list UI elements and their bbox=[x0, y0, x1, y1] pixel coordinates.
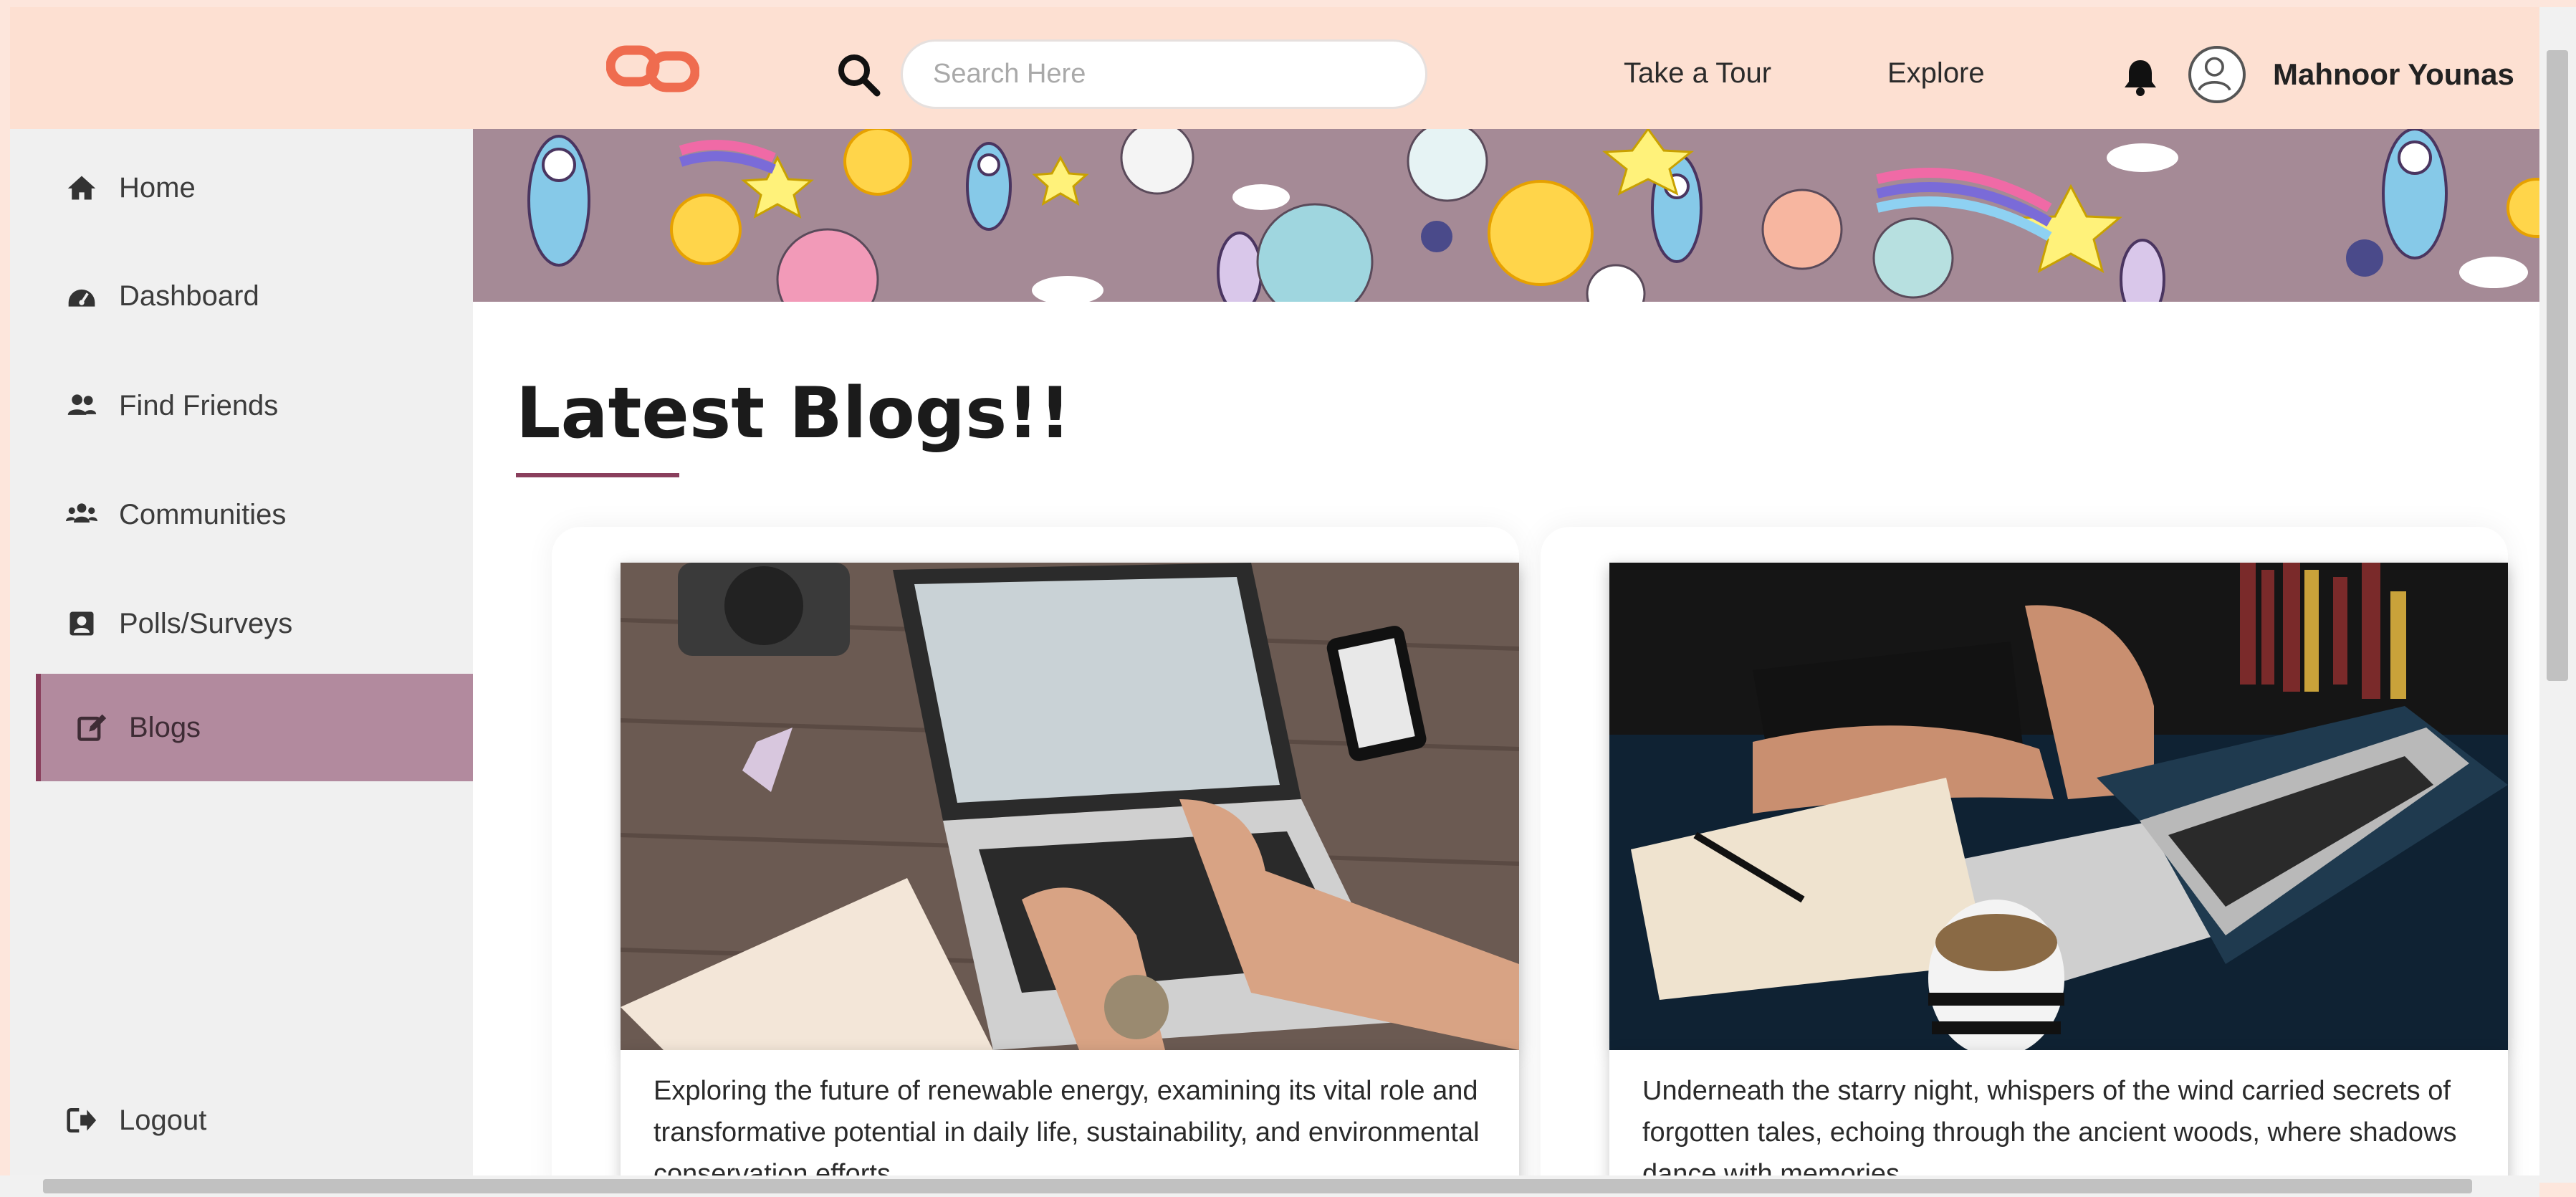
edit-icon bbox=[75, 710, 109, 745]
poll-icon bbox=[64, 606, 99, 641]
sidebar-item-label: Blogs bbox=[129, 711, 201, 743]
horizontal-scrollbar-thumb[interactable] bbox=[43, 1179, 2472, 1193]
explore-link[interactable]: Explore bbox=[1887, 57, 1985, 90]
main-content: Latest Blogs!! Exploring the future of r… bbox=[473, 129, 2539, 1175]
blog-image[interactable] bbox=[1609, 563, 2508, 1050]
link-logo-icon[interactable] bbox=[606, 40, 699, 97]
take-a-tour-link[interactable]: Take a Tour bbox=[1624, 57, 1771, 90]
top-header: Take a Tour Explore Mahnoor Younas bbox=[10, 7, 2539, 129]
sidebar: Home Dashboard Find Friends Communities … bbox=[10, 129, 473, 1175]
sidebar-item-dashboard[interactable]: Dashboard bbox=[36, 242, 473, 350]
search-input[interactable] bbox=[901, 39, 1427, 109]
sidebar-item-polls-surveys[interactable]: Polls/Surveys bbox=[36, 570, 473, 677]
sidebar-item-label: Communities bbox=[119, 498, 287, 530]
user-name[interactable]: Mahnoor Younas bbox=[2273, 57, 2514, 92]
vertical-scrollbar[interactable] bbox=[2539, 7, 2576, 1183]
horizontal-scrollbar[interactable] bbox=[0, 1175, 2539, 1197]
home-icon bbox=[64, 171, 99, 205]
title-underline bbox=[516, 473, 679, 477]
communities-icon bbox=[64, 497, 99, 532]
bell-icon[interactable] bbox=[2122, 57, 2158, 97]
user-avatar-icon[interactable] bbox=[2188, 46, 2246, 103]
vertical-scrollbar-thumb[interactable] bbox=[2547, 50, 2568, 681]
sidebar-item-label: Polls/Surveys bbox=[119, 607, 293, 639]
sidebar-item-label: Home bbox=[119, 171, 196, 204]
blog-image[interactable] bbox=[621, 563, 1519, 1050]
sidebar-item-home[interactable]: Home bbox=[36, 134, 473, 242]
sidebar-item-label: Find Friends bbox=[119, 389, 279, 421]
sidebar-item-find-friends[interactable]: Find Friends bbox=[36, 352, 473, 459]
logout-button[interactable]: Logout bbox=[36, 1067, 473, 1174]
blog-card[interactable]: Underneath the starry night, whispers of… bbox=[1541, 527, 2508, 1175]
sidebar-item-label: Dashboard bbox=[119, 280, 259, 312]
blog-card[interactable]: Exploring the future of renewable energy… bbox=[552, 527, 1519, 1175]
dashboard-icon bbox=[64, 279, 99, 313]
app-window: Take a Tour Explore Mahnoor Younas Home … bbox=[0, 0, 2576, 1197]
logout-icon bbox=[64, 1103, 99, 1138]
sidebar-item-communities[interactable]: Communities bbox=[36, 461, 473, 568]
sidebar-item-blogs[interactable]: Blogs bbox=[36, 674, 473, 781]
blog-excerpt[interactable]: Underneath the starry night, whispers of… bbox=[1609, 1050, 2508, 1175]
space-pattern-banner bbox=[473, 129, 2539, 302]
blog-excerpt[interactable]: Exploring the future of renewable energy… bbox=[621, 1050, 1519, 1175]
search-icon[interactable] bbox=[835, 52, 881, 97]
logout-label: Logout bbox=[119, 1104, 207, 1136]
page-title: Latest Blogs!! bbox=[516, 373, 1071, 454]
friends-icon bbox=[64, 388, 99, 423]
